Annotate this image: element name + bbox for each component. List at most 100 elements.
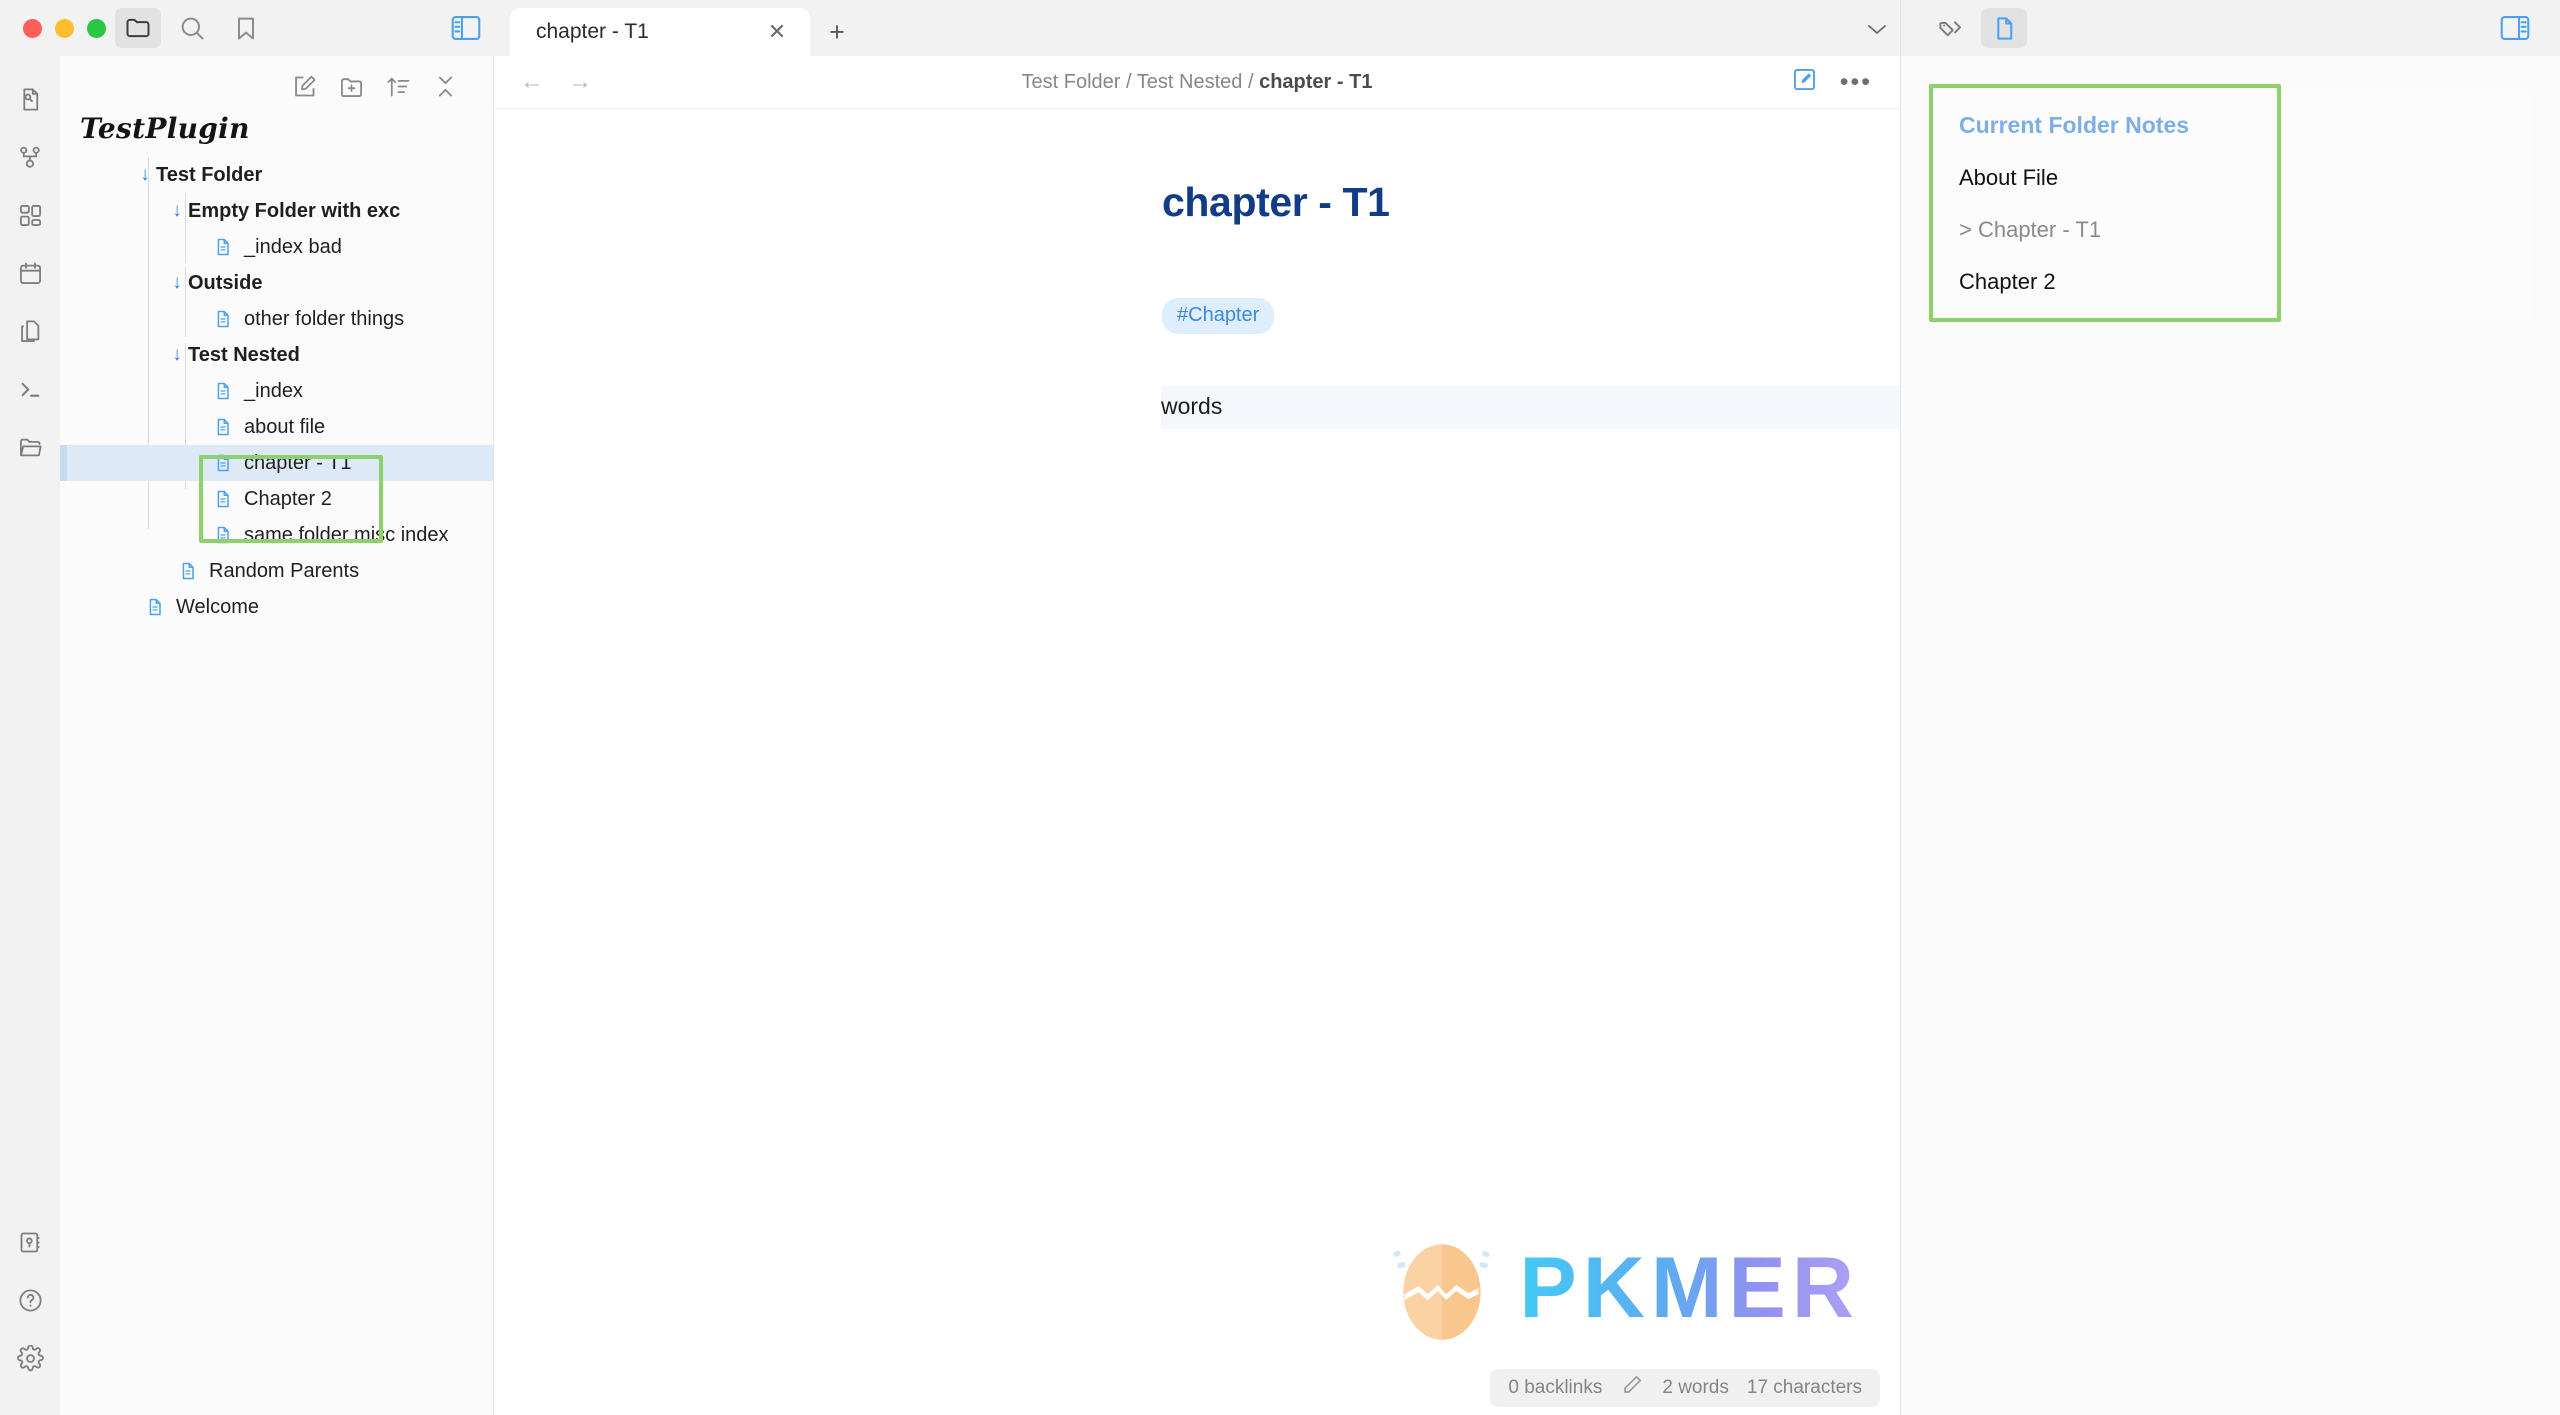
tree-file-same-folder-misc-index[interactable]: same folder misc index — [60, 517, 493, 553]
sort-icon-button[interactable] — [385, 73, 412, 100]
titlebar-icon-group — [115, 8, 269, 48]
backlinks-count[interactable]: 0 backlinks — [1508, 1377, 1602, 1399]
more-options-button[interactable]: ••• — [1840, 69, 1872, 94]
cracked-egg-logo — [1393, 1244, 1491, 1340]
chevron-down-icon: ↓ — [140, 164, 150, 185]
breadcrumb-separator: / — [1247, 70, 1254, 93]
back-button[interactable]: ← — [520, 70, 544, 94]
tab-chapter-t1[interactable]: chapter - T1 ✕ — [510, 8, 810, 56]
tree-file-chapter-t1[interactable]: chapter - T1 — [60, 445, 493, 481]
chevron-down-icon: ↓ — [172, 200, 182, 221]
character-count[interactable]: 17 characters — [1747, 1377, 1862, 1399]
tree-folder-outside[interactable]: ↓ Outside — [60, 265, 493, 301]
edit-mode-button[interactable] — [1791, 66, 1818, 98]
tree-file-index-bad[interactable]: _index bad — [60, 229, 493, 265]
file-tree: ↓ Test Folder ↓ Empty Folder with exc _i… — [60, 155, 493, 625]
tags-icon-button[interactable] — [1927, 8, 1973, 48]
tree-file-index[interactable]: _index — [60, 373, 493, 409]
word-count[interactable]: 2 words — [1662, 1377, 1729, 1399]
chevron-down-icon: ↓ — [172, 344, 182, 365]
file-icon — [142, 597, 168, 617]
open-folder-icon-button[interactable] — [7, 424, 53, 470]
tag-chapter[interactable]: #Chapter — [1162, 298, 1275, 334]
breadcrumb-part-1[interactable]: Test Nested — [1137, 71, 1243, 93]
copy-files-icon-button[interactable] — [7, 308, 53, 354]
right-panel-toggle-icon — [2500, 16, 2530, 40]
tab-overflow-button[interactable] — [1854, 12, 1900, 46]
note-link-chapter-t1[interactable]: > Chapter - T1 — [1959, 217, 2502, 243]
file-icon — [210, 237, 236, 257]
document-view[interactable]: chapter - T1 #Chapter words PKMER 0 back… — [494, 109, 1900, 1415]
settings-icon-button[interactable] — [7, 1335, 53, 1381]
tree-file-chapter-2[interactable]: Chapter 2 — [60, 481, 493, 517]
new-tab-button[interactable]: + — [814, 8, 860, 56]
left-panel-toggle-button[interactable] — [443, 10, 489, 46]
close-tab-button[interactable]: ✕ — [760, 15, 794, 49]
calendar-icon — [19, 261, 41, 284]
tree-file-about-file[interactable]: about file — [60, 409, 493, 445]
breadcrumb-separator: / — [1126, 70, 1132, 93]
sort-icon — [387, 77, 410, 96]
file-icon — [210, 381, 236, 401]
note-link-about-file[interactable]: About File — [1959, 165, 2502, 191]
terminal-icon-button[interactable] — [7, 366, 53, 412]
bookmark-icon — [238, 17, 254, 40]
graph-view-icon-button[interactable] — [7, 134, 53, 180]
paragraph-words[interactable]: words — [1161, 386, 1900, 429]
forward-button[interactable]: → — [568, 70, 592, 94]
tree-item-label: other folder things — [244, 307, 405, 330]
pencil-icon — [1624, 1375, 1642, 1393]
app-body: TestPlugin ↓ Test Folder ↓ Empty Folder … — [0, 56, 2560, 1415]
help-icon-button[interactable] — [7, 1277, 53, 1323]
maximize-window-button[interactable] — [87, 18, 106, 38]
tree-folder-test-nested[interactable]: ↓ Test Nested — [60, 337, 493, 373]
tree-item-label: about file — [244, 415, 326, 438]
tree-item-label: Chapter 2 — [244, 487, 332, 510]
minimize-window-button[interactable] — [55, 18, 74, 38]
editor-header-tools: ••• — [1791, 66, 1872, 98]
gear-icon — [16, 1344, 44, 1371]
help-icon — [18, 1288, 42, 1312]
collapse-all-icon-button[interactable] — [432, 73, 459, 100]
note-link-chapter-2[interactable]: Chapter 2 — [1959, 269, 2502, 295]
rail-bottom-group — [7, 1219, 53, 1415]
tags-icon — [1938, 20, 1961, 36]
tree-item-label: same folder misc index — [244, 523, 449, 546]
page-title: chapter - T1 — [1162, 179, 1390, 225]
breadcrumb-part-0[interactable]: Test Folder — [1022, 71, 1121, 93]
canvas-grid-icon-button[interactable] — [7, 192, 53, 238]
editor-header: ← → Test Folder / Test Nested / chapter … — [494, 56, 1900, 109]
calendar-icon-button[interactable] — [7, 250, 53, 296]
new-note-icon-button[interactable] — [291, 73, 318, 100]
folder-icon-button[interactable] — [115, 8, 161, 48]
tree-folder-empty-folder-with-exc[interactable]: ↓ Empty Folder with exc — [60, 193, 493, 229]
edit-mode-icon — [1793, 68, 1815, 91]
graph-view-icon — [19, 146, 40, 168]
explorer-toolbar — [60, 56, 493, 104]
tree-item-label: Outside — [188, 271, 263, 294]
tag-row: #Chapter — [1162, 298, 1900, 334]
vault-switcher-icon — [20, 1232, 39, 1252]
terminal-icon — [21, 382, 39, 397]
file-icon — [210, 309, 236, 329]
tree-file-random-parents[interactable]: Random Parents — [60, 553, 493, 589]
tree-folder-test-folder[interactable]: ↓ Test Folder — [60, 157, 493, 193]
search-icon-button[interactable] — [169, 8, 215, 48]
file-explorer-panel: TestPlugin ↓ Test Folder ↓ Empty Folder … — [60, 56, 494, 1415]
bookmark-icon-button[interactable] — [223, 8, 269, 48]
right-panel-toggle-button[interactable] — [2492, 8, 2538, 48]
watermark-text: PKMER — [1519, 1240, 1860, 1336]
tree-item-label: Welcome — [176, 595, 259, 618]
file-icon — [210, 417, 236, 437]
tree-item-label: _index bad — [244, 235, 342, 258]
notes-card-title: Current Folder Notes — [1959, 112, 2190, 138]
new-folder-icon-button[interactable] — [338, 73, 365, 100]
close-window-button[interactable] — [23, 18, 42, 38]
current-folder-notes-card: Current Folder Notes About File > Chapte… — [1931, 90, 2530, 321]
file-search-icon-button[interactable] — [7, 76, 53, 122]
tree-file-welcome[interactable]: Welcome — [60, 589, 493, 625]
navigation-arrows: ← → — [520, 70, 592, 94]
tree-file-other-folder-things[interactable]: other folder things — [60, 301, 493, 337]
file-properties-icon-button[interactable] — [1981, 8, 2027, 48]
vault-switcher-icon-button[interactable] — [7, 1219, 53, 1265]
